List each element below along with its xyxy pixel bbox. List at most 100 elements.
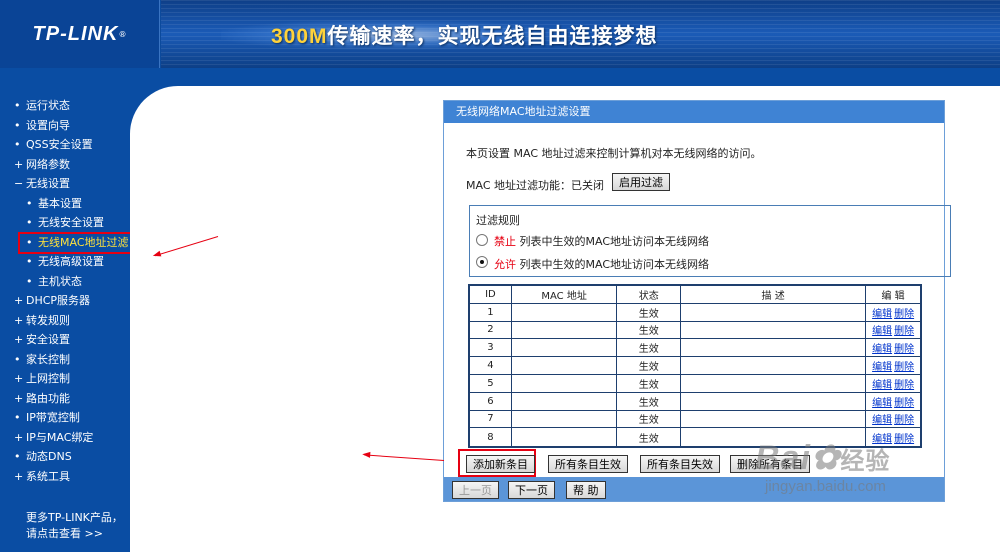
sidebar-item-label: 无线设置 (26, 177, 70, 190)
rules-title: 过滤规则 (476, 214, 520, 227)
edit-link[interactable]: 编辑 (872, 380, 892, 391)
table-header-row: ID MAC 地址 状态 描 述 编 辑 (470, 286, 920, 304)
sidebar-item[interactable]: • QSS安全设置 (14, 135, 129, 155)
sidebar-item-label: 网络参数 (26, 157, 70, 171)
logo-text: TP-LINK (32, 22, 119, 45)
row-status: 生效 (617, 321, 682, 340)
delete-link[interactable]: 删除 (894, 344, 914, 355)
edit-link[interactable]: 编辑 (872, 415, 892, 426)
active-item-highlight (18, 232, 136, 254)
delete-link[interactable]: 删除 (894, 380, 914, 391)
sidebar-item[interactable]: + 上网控制 (14, 369, 129, 389)
sidebar-item-label: 转发规则 (26, 313, 70, 327)
sidebar-item[interactable]: + 系统工具 (14, 467, 129, 487)
sidebar-item[interactable]: • IP带宽控制 (14, 408, 129, 428)
deny-radio[interactable] (476, 234, 488, 246)
delete-link[interactable]: 删除 (894, 362, 914, 373)
baidu-watermark: Bai✿经验 jingyan.baidu.com (755, 438, 890, 495)
sidebar-item[interactable]: • 设置向导 (14, 116, 129, 136)
prev-page-button[interactable]: 上一页 (452, 481, 499, 499)
bullet-icon: + (14, 430, 24, 444)
add-entry-button[interactable]: 添加新条目 (466, 455, 535, 473)
delete-link[interactable]: 删除 (894, 398, 914, 409)
slogan-text: 传输速率，实现无线自由连接梦想 (327, 25, 658, 48)
sidebar-item[interactable]: + 网络参数 (14, 155, 129, 175)
sidebar-item[interactable]: + DHCP服务器 (14, 291, 129, 311)
bullet-icon: + (14, 391, 24, 405)
row-id: 5 (470, 374, 512, 393)
row-edit-cell: 编辑 删除 (866, 411, 920, 429)
delete-link[interactable]: 删除 (894, 415, 914, 426)
row-edit-cell: 编辑 删除 (866, 304, 920, 322)
enable-filter-button[interactable]: 启用过滤 (612, 173, 670, 191)
sidebar-item-label: 无线安全设置 (38, 216, 104, 229)
sidebar-item[interactable]: + 路由功能 (14, 389, 129, 409)
bullet-icon: • (26, 196, 33, 210)
row-mac (511, 303, 618, 322)
bullet-icon: • (14, 118, 21, 132)
help-button[interactable]: 帮 助 (566, 481, 606, 499)
bullet-icon: • (14, 352, 21, 366)
bullet-icon: • (26, 255, 33, 268)
table-row: 7 生效 编辑 删除 (470, 410, 920, 429)
row-mac (511, 339, 618, 358)
allow-radio[interactable] (476, 256, 488, 268)
sidebar-item-label: 路由功能 (26, 391, 70, 405)
row-status: 生效 (617, 392, 682, 411)
edit-link[interactable]: 编辑 (872, 326, 892, 337)
next-page-button[interactable]: 下一页 (508, 481, 555, 499)
sidebar-footer-line1: 更多TP-LINK产品， (26, 511, 123, 524)
col-edit: 编 辑 (866, 286, 920, 304)
enable-all-button[interactable]: 所有条目生效 (548, 455, 628, 473)
delete-link[interactable]: 删除 (894, 434, 914, 445)
edit-link[interactable]: 编辑 (872, 362, 892, 373)
sidebar-item-label: 家长控制 (26, 352, 70, 366)
row-status: 生效 (617, 428, 682, 447)
sidebar-item-label: 无线高级设置 (38, 255, 104, 268)
sidebar-item[interactable]: + IP与MAC绑定 (14, 428, 129, 448)
bullet-icon: + (14, 372, 24, 385)
sidebar-item[interactable]: + 转发规则 (14, 311, 129, 331)
sidebar-item[interactable]: • 无线安全设置 (14, 213, 129, 233)
table-row: 3 生效 编辑 删除 (470, 339, 920, 358)
row-edit-cell: 编辑 删除 (866, 393, 920, 411)
sidebar-item[interactable]: • 无线高级设置 (14, 252, 129, 272)
col-mac: MAC 地址 (511, 286, 618, 304)
edit-link[interactable]: 编辑 (872, 309, 892, 320)
sidebar-footer-line2: 请点击查看 >> (26, 527, 103, 540)
logo-registered-mark: ® (118, 29, 127, 39)
edit-link[interactable]: 编辑 (872, 344, 892, 355)
sidebar-item[interactable]: • 运行状态 (14, 96, 129, 116)
row-status: 生效 (617, 410, 682, 429)
delete-link[interactable]: 删除 (894, 309, 914, 320)
description: 本页设置 MAC 地址过滤来控制计算机对本无线网络的访问。 (466, 147, 762, 160)
sidebar-item[interactable]: • 动态DNS (14, 447, 129, 467)
row-id: 8 (470, 428, 512, 447)
bullet-icon: • (14, 450, 21, 463)
bullet-icon: + (14, 313, 24, 327)
table-row: 2 生效 编辑 删除 (470, 321, 920, 340)
allow-rule-label: 允许 列表中生效的MAC地址访问本无线网络 (494, 256, 709, 272)
sidebar-item[interactable]: • 家长控制 (14, 350, 129, 370)
disable-all-button[interactable]: 所有条目失效 (640, 455, 720, 473)
sidebar-item-label: QSS安全设置 (26, 138, 93, 151)
sidebar-item-label: 系统工具 (26, 469, 70, 483)
filter-status: MAC 地址过滤功能：已关闭 (466, 179, 604, 192)
delete-link[interactable]: 删除 (894, 326, 914, 337)
row-description (681, 410, 867, 429)
table-row: 6 生效 编辑 删除 (470, 392, 920, 411)
sidebar-item[interactable]: • 基本设置 (14, 194, 129, 214)
table-row: 1 生效 编辑 删除 (470, 303, 920, 322)
sidebar-item[interactable]: • 主机状态 (14, 272, 129, 292)
row-mac (511, 357, 618, 375)
row-mac (511, 428, 618, 447)
sidebar-item[interactable]: − 无线设置 (14, 174, 129, 194)
panel-title: 无线网络MAC地址过滤设置 (444, 101, 944, 123)
row-id: 1 (470, 303, 512, 322)
slogan-number: 300M (271, 25, 328, 48)
row-status: 生效 (617, 303, 682, 322)
sidebar-item[interactable]: + 安全设置 (14, 330, 129, 350)
sidebar-footer-link[interactable]: 更多TP-LINK产品， 请点击查看 >> (26, 510, 123, 542)
edit-link[interactable]: 编辑 (872, 398, 892, 409)
deny-rule-label: 禁止 列表中生效的MAC地址访问本无线网络 (494, 233, 709, 249)
